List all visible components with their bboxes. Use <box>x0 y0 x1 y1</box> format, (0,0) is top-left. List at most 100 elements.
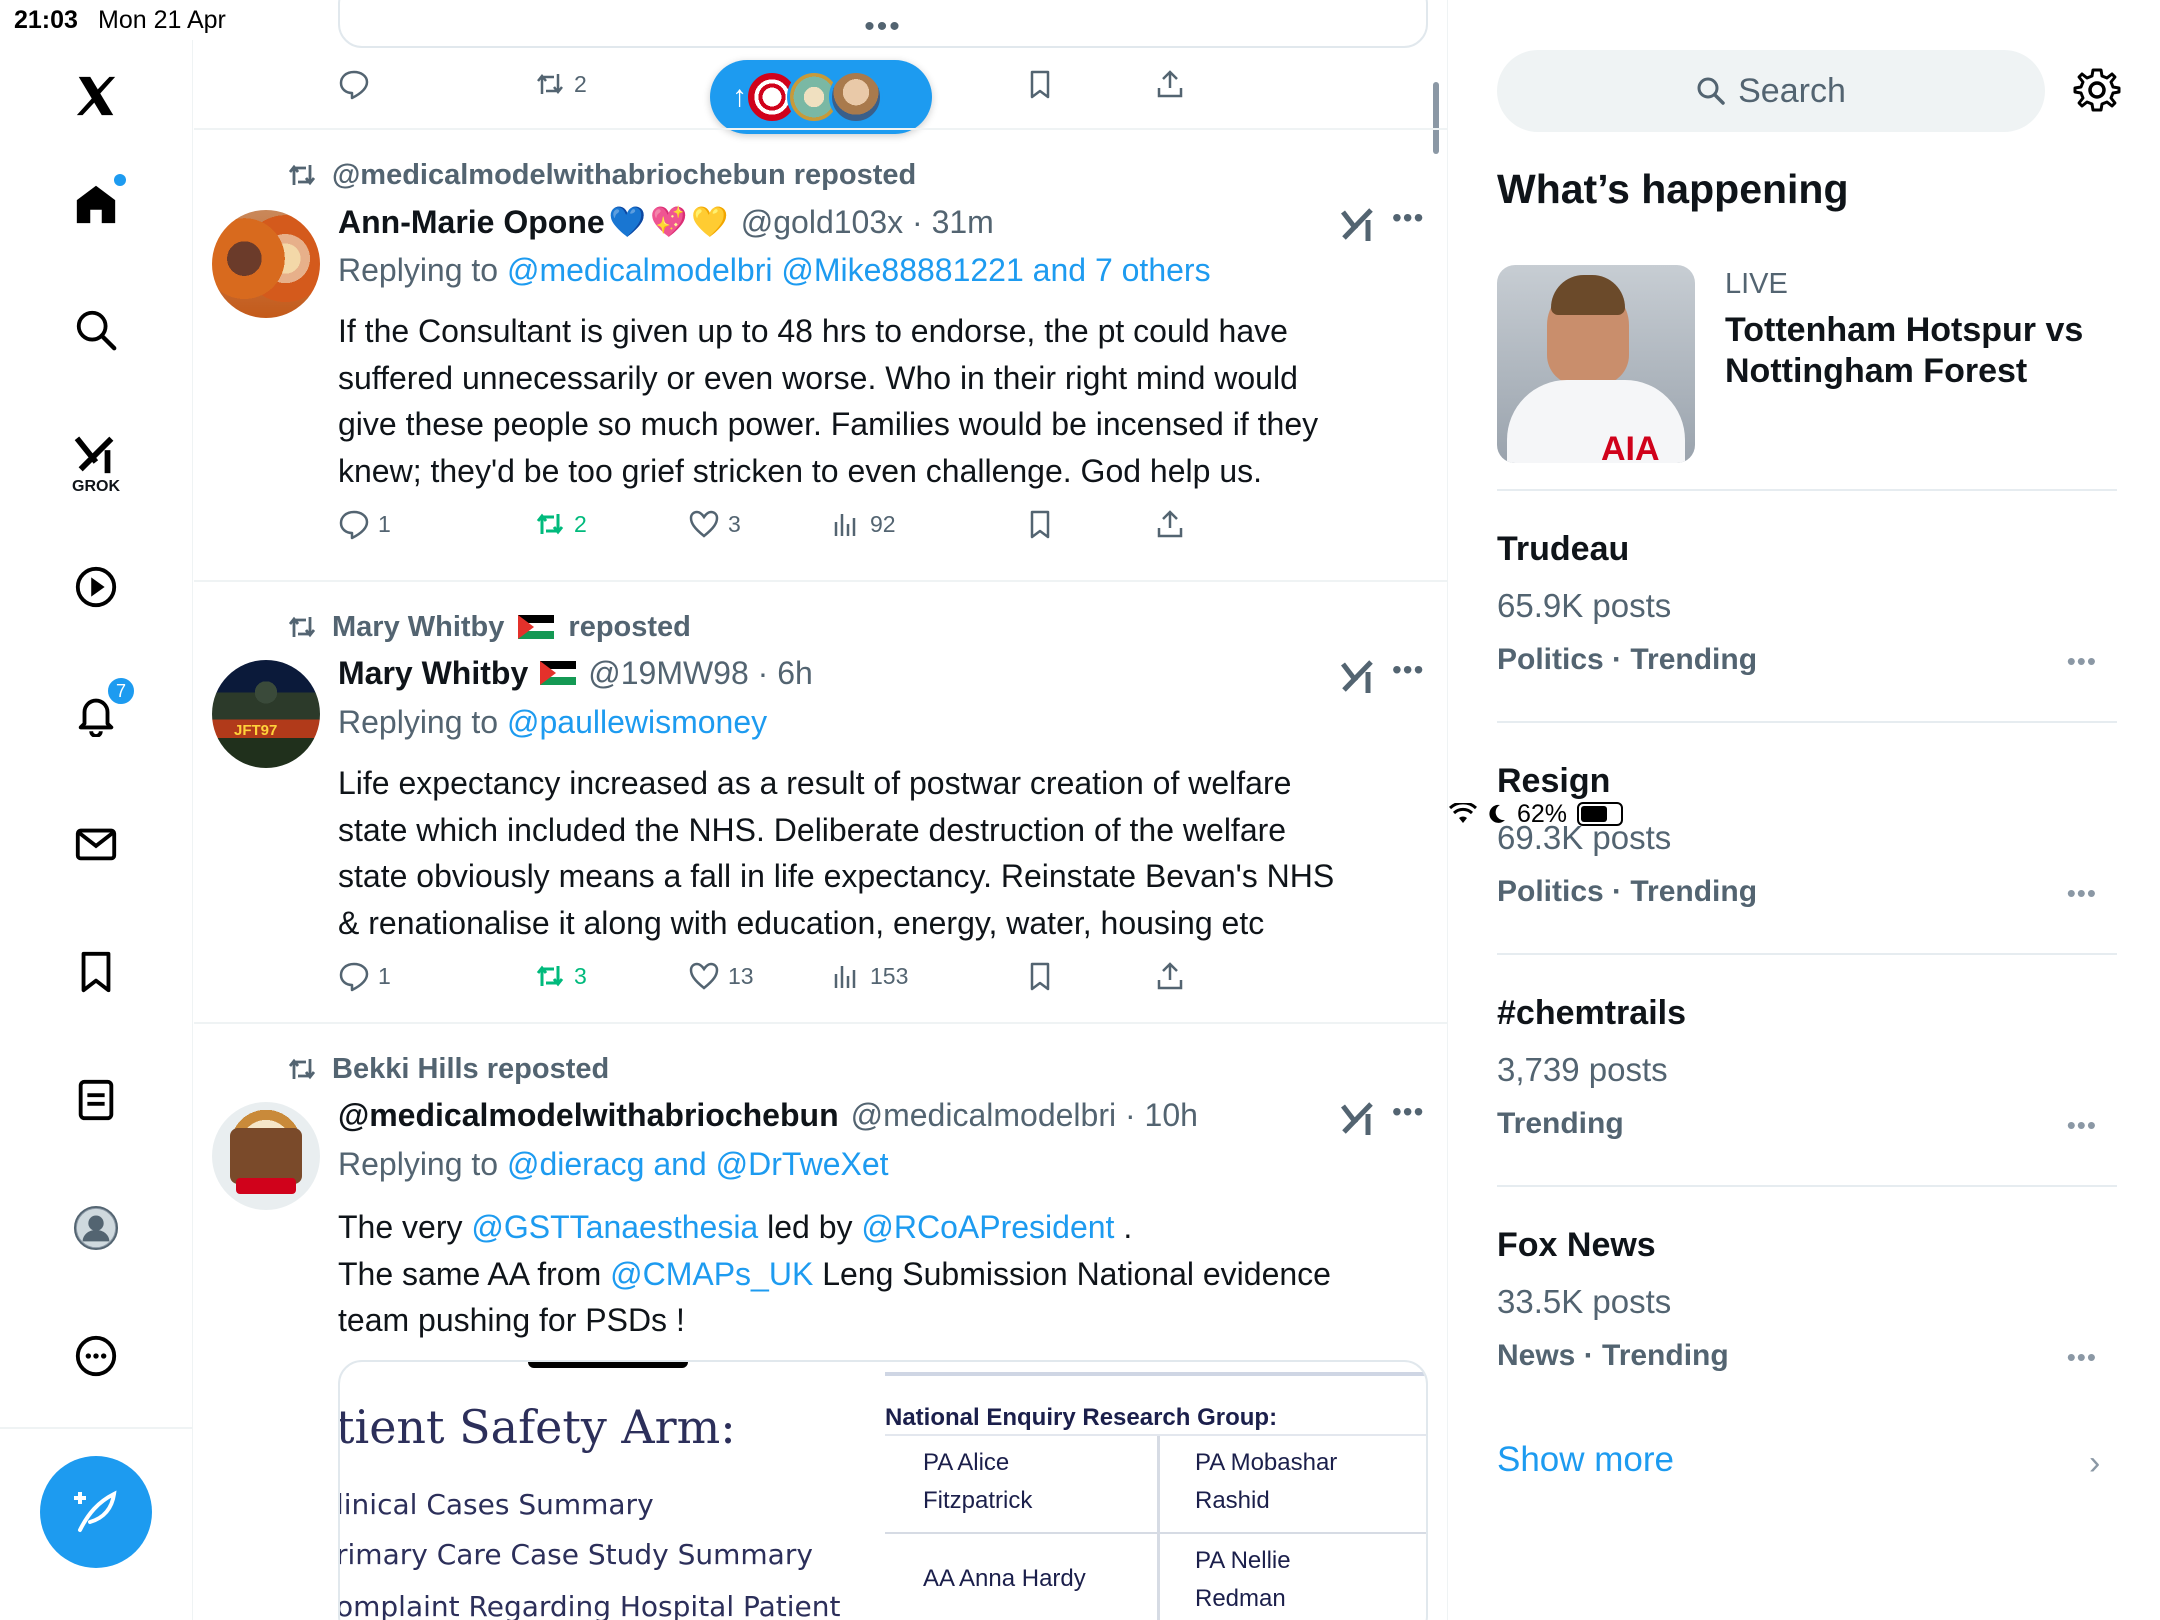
new-posts-pill[interactable]: ↑ <box>710 60 932 134</box>
trend-item[interactable]: Resign 69.3K posts Politics · Trending •… <box>1497 762 2117 909</box>
show-more-link[interactable]: Show more <box>1497 1440 1674 1480</box>
replying-to-link[interactable]: @medicalmodelbri @Mike88881221 and 7 oth… <box>507 252 1211 288</box>
trend-more-icon[interactable]: ••• <box>2067 878 2097 909</box>
share-button[interactable] <box>1154 68 1186 100</box>
yellow-heart-emoji: 💛 <box>691 205 729 239</box>
trend-count: 33.5K posts <box>1497 1283 1672 1320</box>
repost-context: Mary Whitby reposted <box>286 610 691 644</box>
x-logo-icon[interactable] <box>62 62 130 130</box>
live-event-title[interactable]: Tottenham Hotspur vs Nottingham Forest <box>1725 310 2125 392</box>
author-handle-time[interactable]: @19MW98 · 6h <box>588 655 813 692</box>
reply-button[interactable]: 1 <box>338 508 391 540</box>
bookmark-icon <box>1030 70 1050 99</box>
search-input[interactable]: Search <box>1497 50 2045 132</box>
previous-tweet-card[interactable]: ••• <box>338 0 1428 48</box>
share-icon <box>1157 962 1183 990</box>
more-options-icon[interactable]: ••• <box>1392 654 1424 686</box>
more-options-icon[interactable]: ••• <box>1392 202 1424 234</box>
share-button[interactable] <box>1154 960 1186 992</box>
compose-feather-icon <box>74 1490 117 1532</box>
more-options-icon[interactable]: ••• <box>1392 1096 1424 1128</box>
trend-separator <box>1497 721 2117 723</box>
compose-button[interactable] <box>40 1456 152 1568</box>
trend-separator <box>1497 1185 2117 1187</box>
author-handle-time[interactable]: @medicalmodelbri · 10h <box>851 1097 1198 1134</box>
media-name-grid: PA Alice Fitzpatrick PA Mobashar Rashid … <box>885 1434 1426 1620</box>
grok-icon[interactable] <box>1338 204 1378 244</box>
settings-gear-icon[interactable] <box>2073 66 2121 114</box>
more-icon[interactable] <box>62 1322 130 1390</box>
mention-link[interactable]: @GSTTanaesthesia <box>471 1209 758 1245</box>
grok-icon[interactable] <box>1338 656 1378 696</box>
video-icon[interactable] <box>62 553 130 621</box>
mention-link[interactable]: @RCoAPresident <box>861 1209 1114 1245</box>
repost-context-text: @medicalmodelwithabriochebun reposted <box>332 158 917 191</box>
media-right-document: National Enquiry Research Group: PA Alic… <box>885 1372 1426 1620</box>
profile-icon[interactable] <box>62 1194 130 1262</box>
reply-button[interactable]: 1 <box>338 960 391 992</box>
trend-item[interactable]: Trudeau 65.9K posts Politics · Trending … <box>1497 530 2117 677</box>
notifications-icon[interactable]: 7 <box>62 676 136 748</box>
grok-icon[interactable] <box>1338 1098 1378 1138</box>
bookmark-button[interactable] <box>1024 508 1056 540</box>
nav-divider <box>0 1427 193 1429</box>
views-button[interactable]: 153 <box>830 960 908 992</box>
tweet[interactable]: Mary Whitby reposted JFT97 Mary Whitby @… <box>194 580 1447 1022</box>
lists-icon[interactable] <box>62 1066 130 1134</box>
trend-count: 3,739 posts <box>1497 1051 1668 1088</box>
mention-link[interactable]: @CMAPs_UK <box>610 1256 813 1292</box>
replying-to-link[interactable]: @paullewismoney <box>507 704 767 740</box>
trend-item[interactable]: #chemtrails 3,739 posts Trending ••• <box>1497 994 2117 1141</box>
like-button[interactable]: 3 <box>688 508 741 540</box>
search-icon <box>1697 77 1725 105</box>
repost-count: 2 <box>574 510 587 537</box>
trend-item[interactable]: Fox News 33.5K posts News · Trending ••• <box>1497 1226 2117 1373</box>
repost-button[interactable]: 2 <box>534 508 587 540</box>
replying-to-link[interactable]: @dieracg and @DrTweXet <box>507 1146 889 1182</box>
bookmarks-icon[interactable] <box>62 938 130 1006</box>
bookmark-button[interactable] <box>1024 960 1056 992</box>
avatar[interactable] <box>212 1102 320 1210</box>
repost-context: Bekki Hills reposted <box>286 1052 609 1086</box>
share-button[interactable] <box>1154 508 1186 540</box>
trend-more-icon[interactable]: ••• <box>2067 1110 2097 1141</box>
media-name-cell: PA Nellie Redman <box>1195 1547 1291 1612</box>
views-button[interactable]: 92 <box>830 508 896 540</box>
avatar-banner: JFT97 <box>234 722 278 739</box>
views-icon <box>834 514 856 536</box>
bookmark-button[interactable] <box>1024 68 1056 100</box>
views-icon <box>834 966 856 988</box>
repost-icon <box>537 73 563 95</box>
author-name[interactable]: Mary Whitby <box>338 655 528 692</box>
tweet-media-image[interactable]: tient Safety Arm: linical Cases Summary … <box>338 1360 1428 1620</box>
live-event-image[interactable]: AIA <box>1497 265 1695 463</box>
media-left-line: linical Cases Summary <box>338 1488 654 1521</box>
home-icon[interactable] <box>62 170 130 238</box>
repost-button[interactable]: 2 <box>534 68 587 100</box>
explore-icon[interactable] <box>62 296 130 364</box>
tweet[interactable]: @medicalmodelwithabriochebun reposted An… <box>194 128 1447 580</box>
author-handle-time[interactable]: @gold103x · 31m <box>741 204 994 241</box>
tweet-text-line: & renationalise it along with education,… <box>338 904 1265 941</box>
repost-context-suffix: reposted <box>568 610 691 643</box>
media-left-line: rimary Care Case Study Summary <box>338 1538 813 1571</box>
like-button[interactable]: 13 <box>688 960 754 992</box>
palestine-flag-icon <box>540 661 577 685</box>
avatar-graphic <box>236 1178 296 1194</box>
messages-icon[interactable] <box>62 810 130 878</box>
trend-more-icon[interactable]: ••• <box>2067 646 2097 677</box>
reply-button[interactable] <box>338 68 370 100</box>
sparkle-heart-emoji: 💖 <box>650 205 688 239</box>
tweet-header: Mary Whitby @19MW98 · 6h <box>338 653 813 693</box>
author-name[interactable]: Ann-Marie Opone <box>338 204 605 241</box>
main-feed: ••• 2 378 ↑ @medicalmodelwithabrio <box>194 0 1448 1620</box>
grid-divider <box>1157 1436 1160 1620</box>
tweet-text: The very @GSTTanaesthesia led by @RCoAPr… <box>338 1204 1398 1344</box>
trend-more-icon[interactable]: ••• <box>2067 1342 2097 1373</box>
grok-icon[interactable]: GROK <box>62 420 130 495</box>
avatar[interactable]: JFT97 <box>212 660 320 768</box>
repost-button[interactable]: 3 <box>534 960 587 992</box>
tweet-text-line: Life expectancy increased as a result of… <box>338 765 1292 801</box>
author-name[interactable]: @medicalmodelwithabriochebun <box>338 1097 839 1134</box>
avatar[interactable] <box>212 210 320 318</box>
